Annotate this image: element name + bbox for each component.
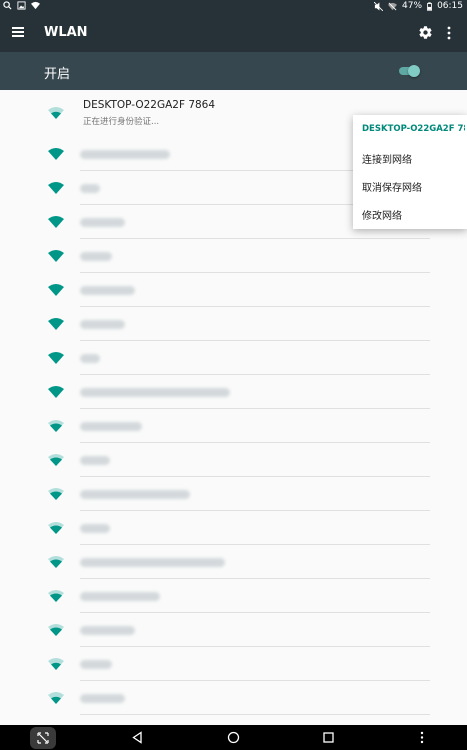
image-icon bbox=[17, 1, 26, 10]
menu-item-modify[interactable]: 修改网络 bbox=[362, 207, 402, 222]
network-item[interactable] bbox=[0, 341, 467, 375]
wifi-icon bbox=[48, 658, 64, 670]
network-name-blurred bbox=[80, 456, 110, 465]
search-icon bbox=[3, 1, 12, 10]
network-name-blurred bbox=[80, 422, 142, 431]
network-item[interactable] bbox=[0, 545, 467, 579]
wifi-icon bbox=[48, 454, 64, 466]
clock: 06:15 bbox=[437, 1, 463, 11]
wifi-icon bbox=[48, 590, 64, 602]
network-name-blurred bbox=[80, 218, 125, 227]
navigation-bar bbox=[0, 725, 467, 750]
network-name-blurred bbox=[80, 592, 160, 601]
network-item[interactable] bbox=[0, 613, 467, 647]
gear-icon[interactable] bbox=[418, 25, 433, 40]
network-name-blurred bbox=[80, 286, 135, 295]
network-name-blurred bbox=[80, 558, 225, 567]
wifi-off-icon bbox=[388, 2, 398, 10]
back-icon[interactable] bbox=[131, 731, 144, 744]
network-item[interactable] bbox=[0, 307, 467, 341]
wifi-icon bbox=[48, 250, 64, 262]
network-item[interactable] bbox=[0, 409, 467, 443]
network-name-blurred bbox=[80, 150, 170, 159]
wifi-icon bbox=[48, 488, 64, 500]
switch-label: 开启 bbox=[44, 67, 71, 82]
network-name-blurred bbox=[80, 524, 110, 533]
network-item[interactable] bbox=[0, 681, 467, 715]
screenshot-icon[interactable] bbox=[30, 727, 56, 749]
battery-percent: 47% bbox=[402, 1, 423, 11]
app-bar: WLAN bbox=[0, 14, 467, 52]
network-item[interactable] bbox=[0, 443, 467, 477]
wifi-icon bbox=[48, 522, 64, 534]
network-name-blurred bbox=[80, 252, 112, 261]
network-name-blurred bbox=[80, 626, 135, 635]
wifi-status-icon bbox=[31, 1, 40, 10]
more-vert-icon[interactable] bbox=[446, 26, 452, 40]
network-name-blurred bbox=[80, 354, 100, 363]
network-name-blurred bbox=[80, 660, 112, 669]
menu-item-forget[interactable]: 取消保存网络 bbox=[362, 179, 422, 194]
network-name-blurred bbox=[80, 694, 125, 703]
wifi-icon bbox=[48, 284, 64, 296]
network-name-blurred bbox=[80, 490, 190, 499]
network-status: 正在进行身份验证... bbox=[83, 117, 160, 127]
wifi-icon bbox=[48, 352, 64, 364]
wifi-icon bbox=[48, 386, 64, 398]
wifi-icon bbox=[48, 182, 64, 194]
wifi-icon bbox=[48, 148, 64, 160]
menu-title: DESKTOP-O22GA2F 7864 bbox=[362, 124, 465, 134]
network-item[interactable] bbox=[0, 273, 467, 307]
wlan-switch-bar[interactable]: 开启 bbox=[0, 52, 467, 90]
network-item[interactable] bbox=[0, 239, 467, 273]
network-item[interactable] bbox=[0, 511, 467, 545]
status-bar: 47% 06:15 bbox=[0, 0, 467, 14]
network-item[interactable] bbox=[0, 477, 467, 511]
mute-icon bbox=[374, 1, 384, 11]
wifi-icon bbox=[48, 556, 64, 568]
wlan-toggle[interactable] bbox=[399, 65, 420, 77]
network-context-menu: DESKTOP-O22GA2F 7864 连接到网络 取消保存网络 修改网络 bbox=[353, 115, 467, 229]
menu-item-connect[interactable]: 连接到网络 bbox=[362, 151, 412, 166]
wifi-icon bbox=[48, 692, 64, 704]
network-name-blurred bbox=[80, 388, 230, 397]
network-item[interactable] bbox=[0, 375, 467, 409]
wifi-icon bbox=[48, 107, 64, 119]
wifi-icon bbox=[48, 318, 64, 330]
network-name-blurred bbox=[80, 184, 100, 193]
network-item[interactable] bbox=[0, 579, 467, 613]
network-name-blurred bbox=[80, 320, 125, 329]
battery-icon bbox=[427, 1, 433, 11]
home-icon[interactable] bbox=[227, 731, 240, 744]
page-title: WLAN bbox=[44, 25, 88, 40]
network-name: DESKTOP-O22GA2F 7864 bbox=[83, 99, 216, 111]
wifi-icon bbox=[48, 420, 64, 432]
more-vert-icon[interactable] bbox=[419, 731, 425, 744]
menu-icon[interactable] bbox=[12, 27, 24, 37]
wifi-icon bbox=[48, 624, 64, 636]
recents-icon[interactable] bbox=[322, 731, 335, 744]
network-item[interactable] bbox=[0, 647, 467, 681]
wifi-icon bbox=[48, 216, 64, 228]
